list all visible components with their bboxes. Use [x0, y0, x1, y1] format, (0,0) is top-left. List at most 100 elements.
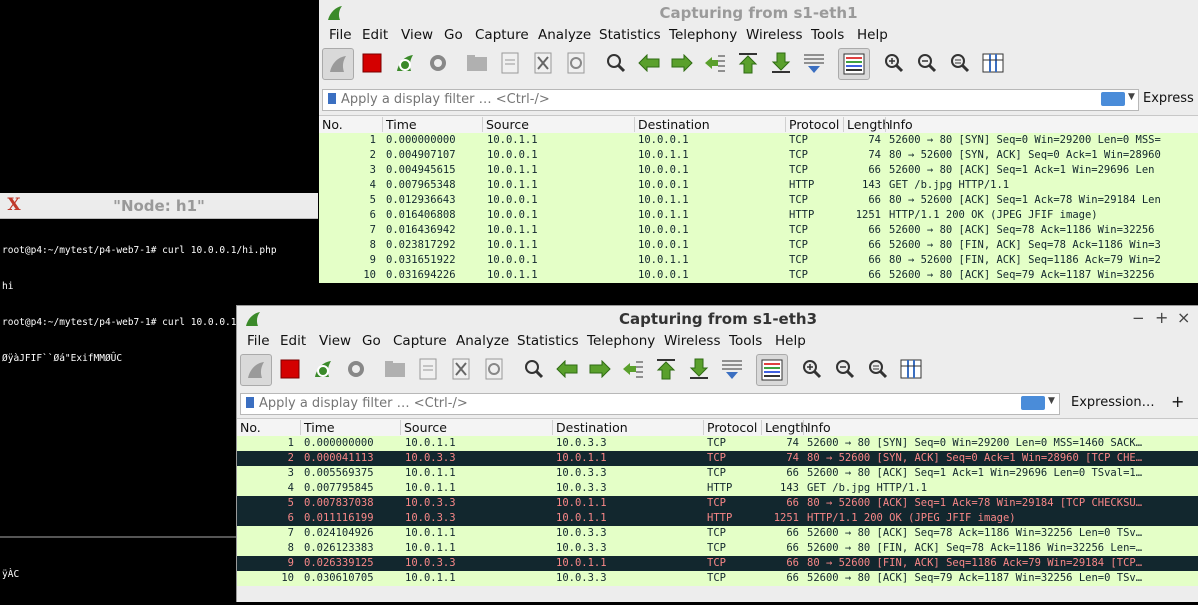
packet-row[interactable]: 8 0.026123383 10.0.1.1 10.0.3.3 TCP 66 52600 →… [237, 541, 1198, 556]
autoscroll-button[interactable] [719, 356, 745, 382]
start-capture-button[interactable] [322, 48, 354, 80]
col-protocol[interactable]: Protocol [785, 117, 839, 132]
reload-file-button[interactable] [481, 356, 507, 382]
col-time[interactable]: Time [382, 117, 417, 132]
packet-row[interactable]: 6 0.011116199 10.0.3.3 10.0.1.1 HTTP 1251 HTTP… [237, 511, 1198, 526]
col-destination[interactable]: Destination [552, 420, 628, 435]
packet-row[interactable]: 2 0.004907107 10.0.0.1 10.0.1.1 TCP 74 80 → 52… [319, 148, 1198, 163]
menu-statistics[interactable]: Statistics [517, 333, 579, 349]
display-filter-input[interactable] [259, 395, 959, 411]
menu-file[interactable]: File [329, 27, 352, 43]
menu-tools[interactable]: Tools [811, 27, 844, 43]
packet-row[interactable]: 5 0.007837038 10.0.3.3 10.0.1.1 TCP 66 80 → 52… [237, 496, 1198, 511]
col-no[interactable]: No. [237, 420, 261, 435]
menu-view[interactable]: View [401, 27, 433, 43]
packet-row[interactable]: 3 0.005569375 10.0.1.1 10.0.3.3 TCP 66 52600 →… [237, 466, 1198, 481]
col-source[interactable]: Source [400, 420, 447, 435]
reload-file-button[interactable] [563, 50, 589, 76]
start-capture-button[interactable] [240, 354, 272, 386]
zoom-in-button[interactable] [881, 50, 907, 76]
col-info[interactable]: Info [803, 420, 831, 435]
packet-row[interactable]: 1 0.000000000 10.0.1.1 10.0.3.3 TCP 74 52600 →… [237, 436, 1198, 451]
capture-options-button[interactable] [425, 50, 451, 76]
menu-analyze[interactable]: Analyze [538, 27, 591, 43]
display-filter-input[interactable] [341, 91, 1041, 107]
zoom-out-button[interactable] [832, 356, 858, 382]
menu-capture[interactable]: Capture [393, 333, 447, 349]
apply-filter-arrow-icon[interactable] [1021, 396, 1045, 410]
maximize-button[interactable]: + [1155, 308, 1168, 327]
first-packet-button[interactable] [653, 356, 679, 382]
packet-row[interactable]: 7 0.016436942 10.0.1.1 10.0.0.1 TCP 66 52600 →… [319, 223, 1198, 238]
menu-file[interactable]: File [247, 333, 270, 349]
expression-button[interactable]: Express [1143, 91, 1194, 106]
open-file-button[interactable] [464, 50, 490, 76]
menu-wireless[interactable]: Wireless [746, 27, 803, 43]
chevron-down-icon[interactable]: ▼ [1128, 92, 1140, 102]
apply-filter-arrow-icon[interactable] [1101, 92, 1125, 106]
menu-edit[interactable]: Edit [362, 27, 388, 43]
colorize-button[interactable] [756, 354, 788, 386]
col-protocol[interactable]: Protocol [703, 420, 757, 435]
col-destination[interactable]: Destination [634, 117, 710, 132]
restart-capture-button[interactable] [310, 356, 336, 382]
add-filter-button[interactable]: + [1171, 392, 1184, 411]
expression-button[interactable]: Expression… [1071, 395, 1155, 410]
bookmark-icon[interactable] [328, 93, 336, 104]
stop-capture-button[interactable] [277, 356, 303, 382]
close-file-button[interactable] [530, 50, 556, 76]
packet-row[interactable]: 6 0.016406808 10.0.0.1 10.0.1.1 HTTP 1251 HTTP… [319, 208, 1198, 223]
packet-row[interactable]: 5 0.012936643 10.0.0.1 10.0.1.1 TCP 66 80 → 52… [319, 193, 1198, 208]
go-to-packet-button[interactable] [620, 356, 646, 382]
close-file-button[interactable] [448, 356, 474, 382]
menu-help[interactable]: Help [775, 333, 806, 349]
go-back-button[interactable] [554, 356, 580, 382]
resize-columns-button[interactable] [898, 356, 924, 382]
packet-row[interactable]: 8 0.023817292 10.0.1.1 10.0.0.1 TCP 66 52600 →… [319, 238, 1198, 253]
display-filter-bar[interactable]: ▼ [240, 393, 1060, 415]
zoom-out-button[interactable] [914, 50, 940, 76]
packet-row[interactable]: 7 0.024104926 10.0.1.1 10.0.3.3 TCP 66 52600 →… [237, 526, 1198, 541]
chevron-down-icon[interactable]: ▼ [1048, 396, 1060, 406]
go-forward-button[interactable] [587, 356, 613, 382]
menu-telephony[interactable]: Telephony [587, 333, 655, 349]
go-to-packet-button[interactable] [702, 50, 728, 76]
find-packet-button[interactable] [603, 50, 629, 76]
packet-row[interactable]: 9 0.031651922 10.0.0.1 10.0.1.1 TCP 66 80 → 52… [319, 253, 1198, 268]
xterm-titlebar[interactable]: X "Node: h1" [0, 193, 318, 219]
window-titlebar[interactable]: Capturing from s1-eth1 [319, 0, 1198, 26]
col-info[interactable]: Info [885, 117, 913, 132]
menu-telephony[interactable]: Telephony [669, 27, 737, 43]
window-titlebar[interactable]: Capturing from s1-eth3 − + × [237, 306, 1198, 332]
last-packet-button[interactable] [768, 50, 794, 76]
find-packet-button[interactable] [521, 356, 547, 382]
menu-view[interactable]: View [319, 333, 351, 349]
colorize-button[interactable] [838, 48, 870, 80]
packet-row[interactable]: 10 0.031694226 10.0.1.1 10.0.0.1 TCP 66 52600 … [319, 268, 1198, 283]
save-file-button[interactable] [497, 50, 523, 76]
capture-options-button[interactable] [343, 356, 369, 382]
packet-row[interactable]: 4 0.007965348 10.0.1.1 10.0.0.1 HTTP 143 GET /… [319, 178, 1198, 193]
menu-tools[interactable]: Tools [729, 333, 762, 349]
open-file-button[interactable] [382, 356, 408, 382]
bookmark-icon[interactable] [246, 397, 254, 408]
col-length[interactable]: Length [843, 117, 890, 132]
menu-statistics[interactable]: Statistics [599, 27, 661, 43]
packet-row[interactable]: 3 0.004945615 10.0.1.1 10.0.0.1 TCP 66 52600 →… [319, 163, 1198, 178]
autoscroll-button[interactable] [801, 50, 827, 76]
go-back-button[interactable] [636, 50, 662, 76]
menu-analyze[interactable]: Analyze [456, 333, 509, 349]
zoom-in-button[interactable] [799, 356, 825, 382]
menu-help[interactable]: Help [857, 27, 888, 43]
normal-size-button[interactable] [947, 50, 973, 76]
packet-row[interactable]: 9 0.026339125 10.0.3.3 10.0.1.1 TCP 66 80 → 52… [237, 556, 1198, 571]
normal-size-button[interactable] [865, 356, 891, 382]
last-packet-button[interactable] [686, 356, 712, 382]
restart-capture-button[interactable] [392, 50, 418, 76]
display-filter-bar[interactable]: ▼ [322, 89, 1139, 111]
menu-capture[interactable]: Capture [475, 27, 529, 43]
menu-wireless[interactable]: Wireless [664, 333, 721, 349]
first-packet-button[interactable] [735, 50, 761, 76]
col-source[interactable]: Source [482, 117, 529, 132]
go-forward-button[interactable] [669, 50, 695, 76]
